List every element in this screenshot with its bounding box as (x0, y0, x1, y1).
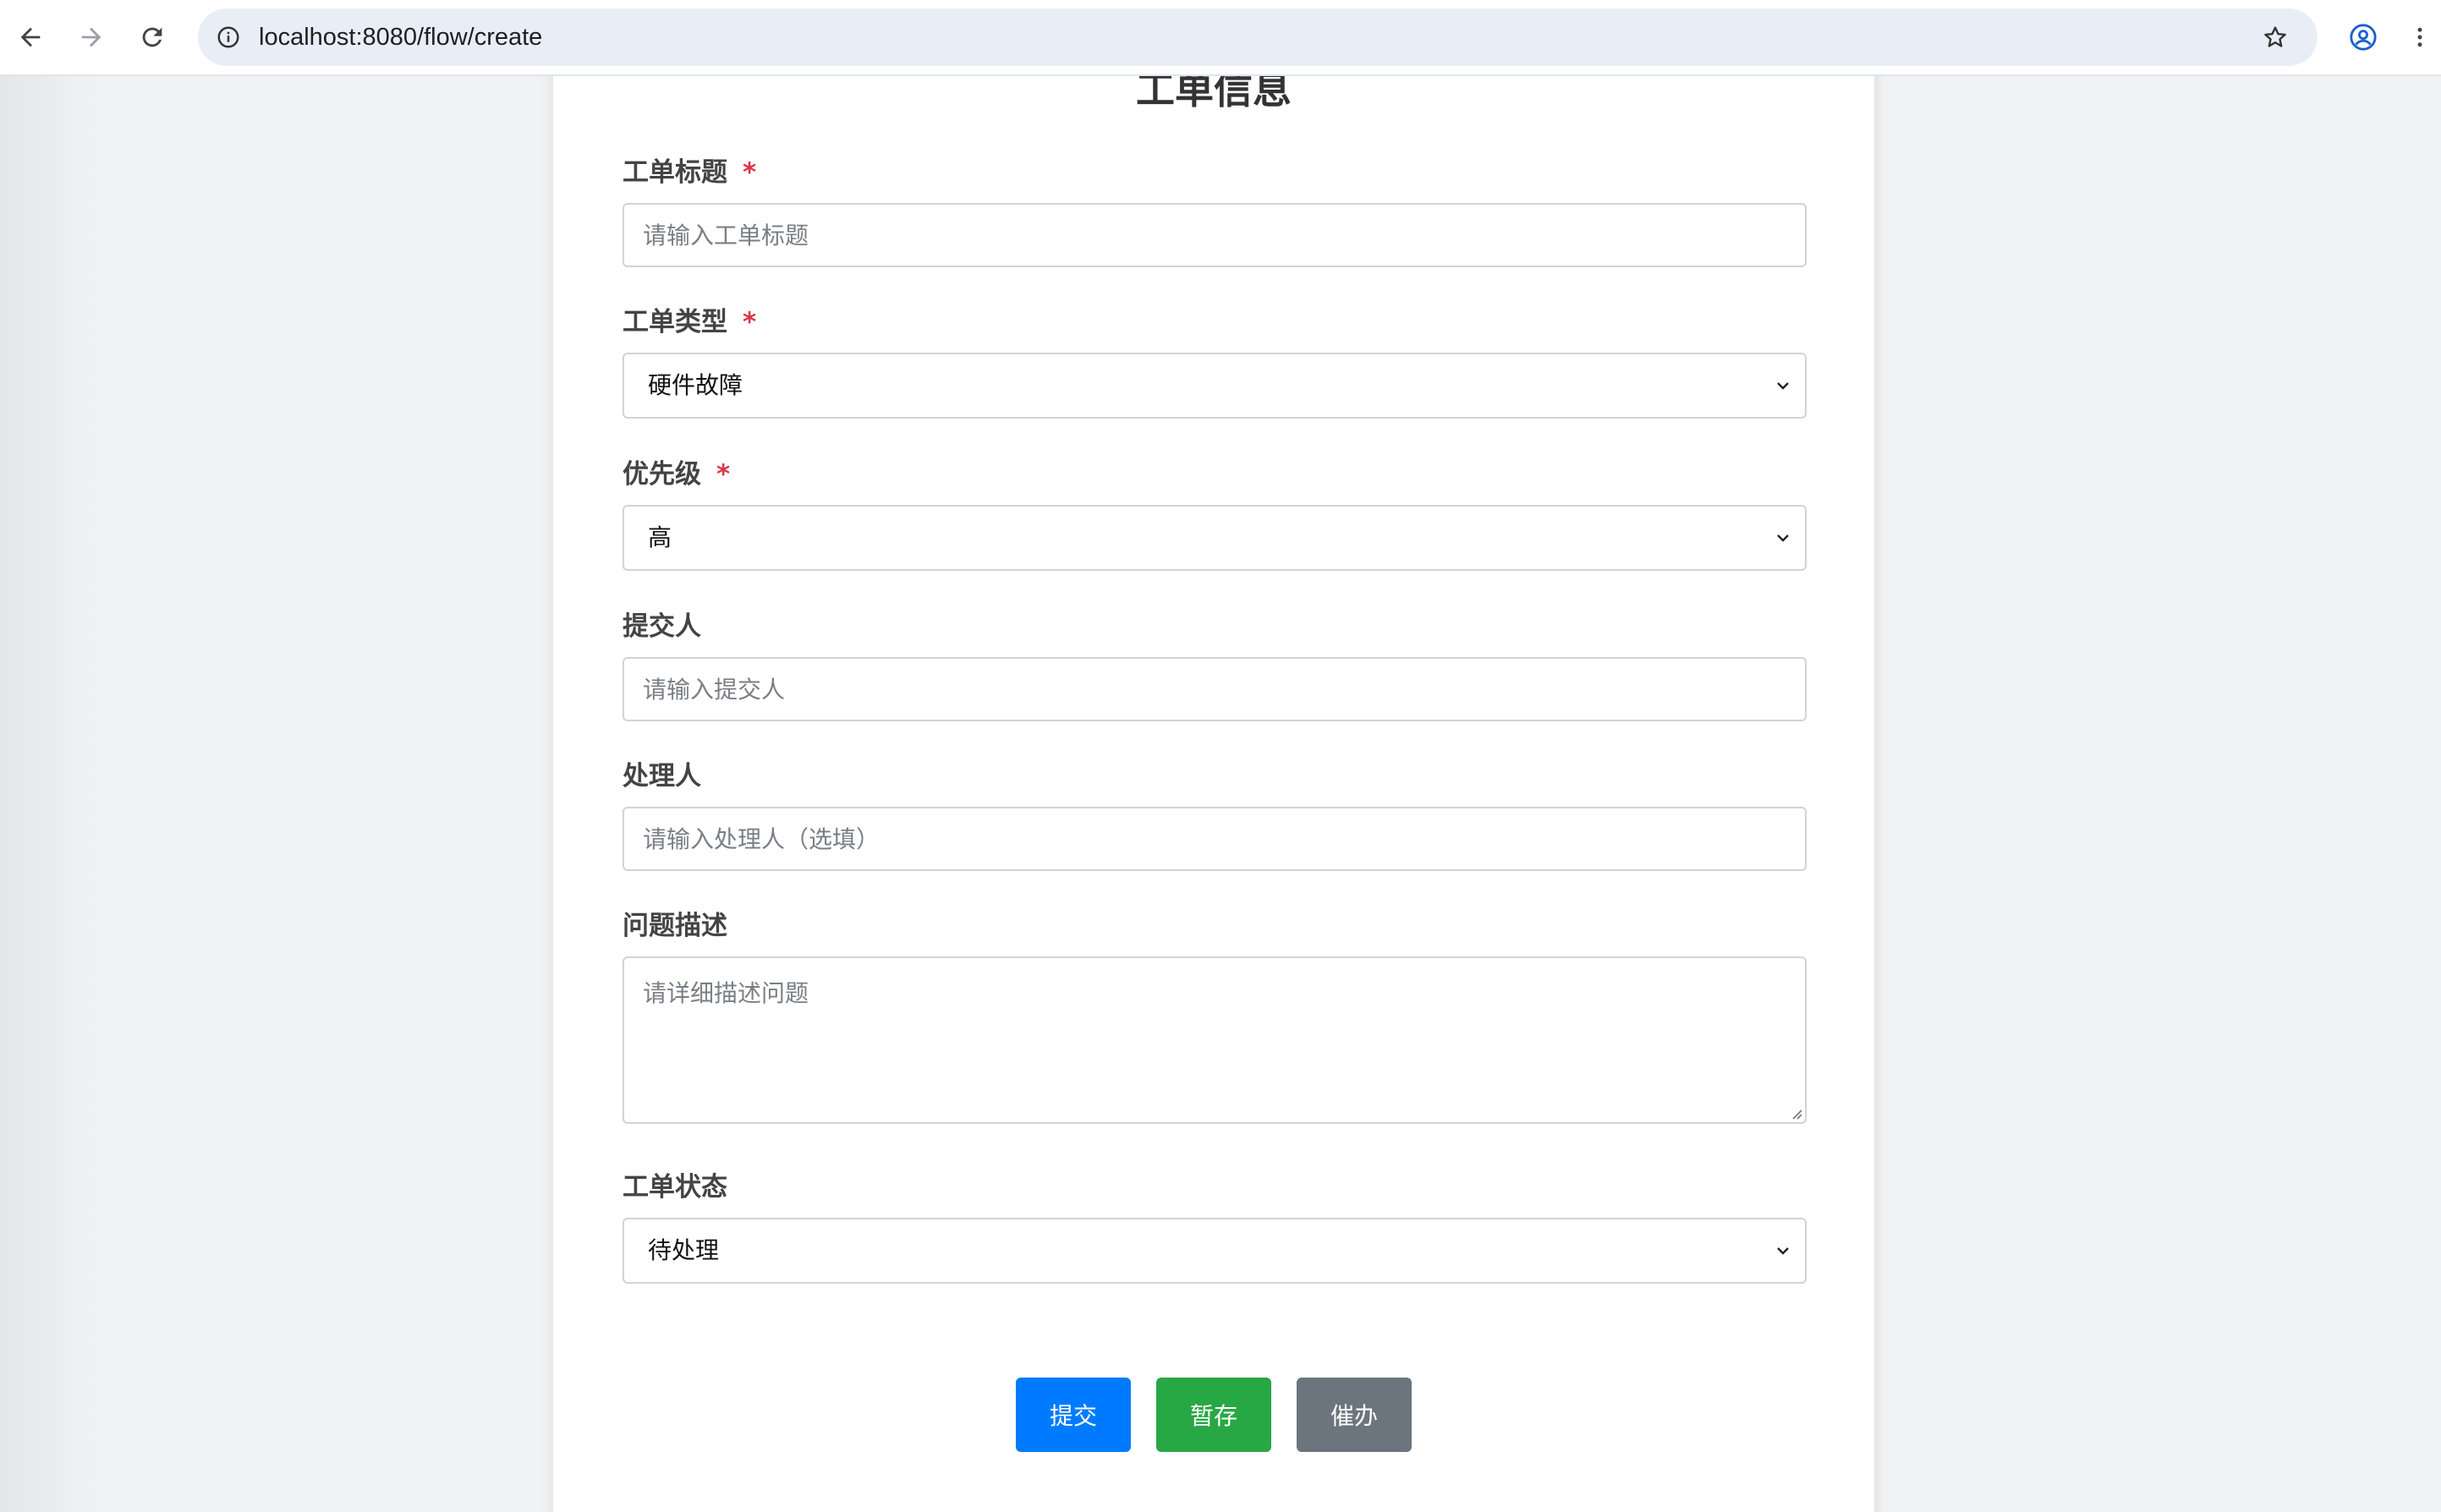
kebab-menu-icon[interactable] (2407, 19, 2433, 56)
chevron-down-icon (1777, 1247, 1789, 1255)
priority-value: 高 (648, 523, 672, 551)
chevron-down-icon (1777, 534, 1789, 542)
ticket-title-input[interactable] (623, 203, 1807, 267)
url-text[interactable]: localhost:8080/flow/create (259, 8, 542, 66)
back-button[interactable] (12, 19, 49, 56)
reload-button[interactable] (134, 19, 171, 56)
required-star: * (743, 157, 757, 188)
ticket-type-label: 工单类型 * (623, 307, 757, 337)
priority-select[interactable]: 高 (623, 505, 1807, 571)
description-label: 问题描述 (623, 911, 727, 941)
ticket-type-select[interactable]: 硬件故障 (623, 353, 1807, 419)
ticket-title-label: 工单标题 * (623, 157, 757, 188)
required-star: * (716, 459, 731, 490)
address-bar[interactable]: localhost:8080/flow/create (198, 8, 2318, 66)
submitter-label: 提交人 (623, 611, 701, 642)
browser-toolbar: localhost:8080/flow/create (0, 0, 2441, 76)
urge-button[interactable]: 催办 (1297, 1378, 1412, 1452)
status-value: 待处理 (648, 1236, 720, 1264)
info-circle-icon[interactable] (211, 20, 245, 54)
ticket-form-card: 工单信息 工单标题* 工单类型* 硬件故障 优先级* 高 提交人 处理人 问题描… (553, 76, 1874, 1512)
form-title: 工单信息 (1136, 76, 1292, 112)
save-draft-button[interactable]: 暂存 (1156, 1378, 1271, 1452)
chevron-down-icon (1777, 382, 1789, 390)
handler-label: 处理人 (623, 761, 701, 792)
status-select[interactable]: 待处理 (623, 1218, 1807, 1284)
star-icon[interactable] (2258, 20, 2292, 54)
profile-icon[interactable] (2345, 19, 2382, 56)
forward-button[interactable] (73, 19, 110, 56)
priority-label: 优先级 * (623, 459, 731, 490)
resize-handle-icon[interactable] (1788, 1105, 1803, 1120)
ticket-type-value: 硬件故障 (648, 371, 743, 399)
handler-input[interactable] (623, 807, 1807, 871)
page-viewport: 工单信息 工单标题* 工单类型* 硬件故障 优先级* 高 提交人 处理人 问题描… (0, 76, 2441, 1512)
description-textarea[interactable] (623, 956, 1807, 1124)
arrow-left-icon (20, 27, 41, 47)
status-label: 工单状态 (623, 1172, 727, 1202)
submitter-input[interactable] (623, 657, 1807, 721)
required-star: * (743, 307, 757, 337)
reload-icon (142, 27, 162, 47)
submit-button[interactable]: 提交 (1016, 1378, 1131, 1452)
arrow-right-icon (81, 27, 101, 47)
